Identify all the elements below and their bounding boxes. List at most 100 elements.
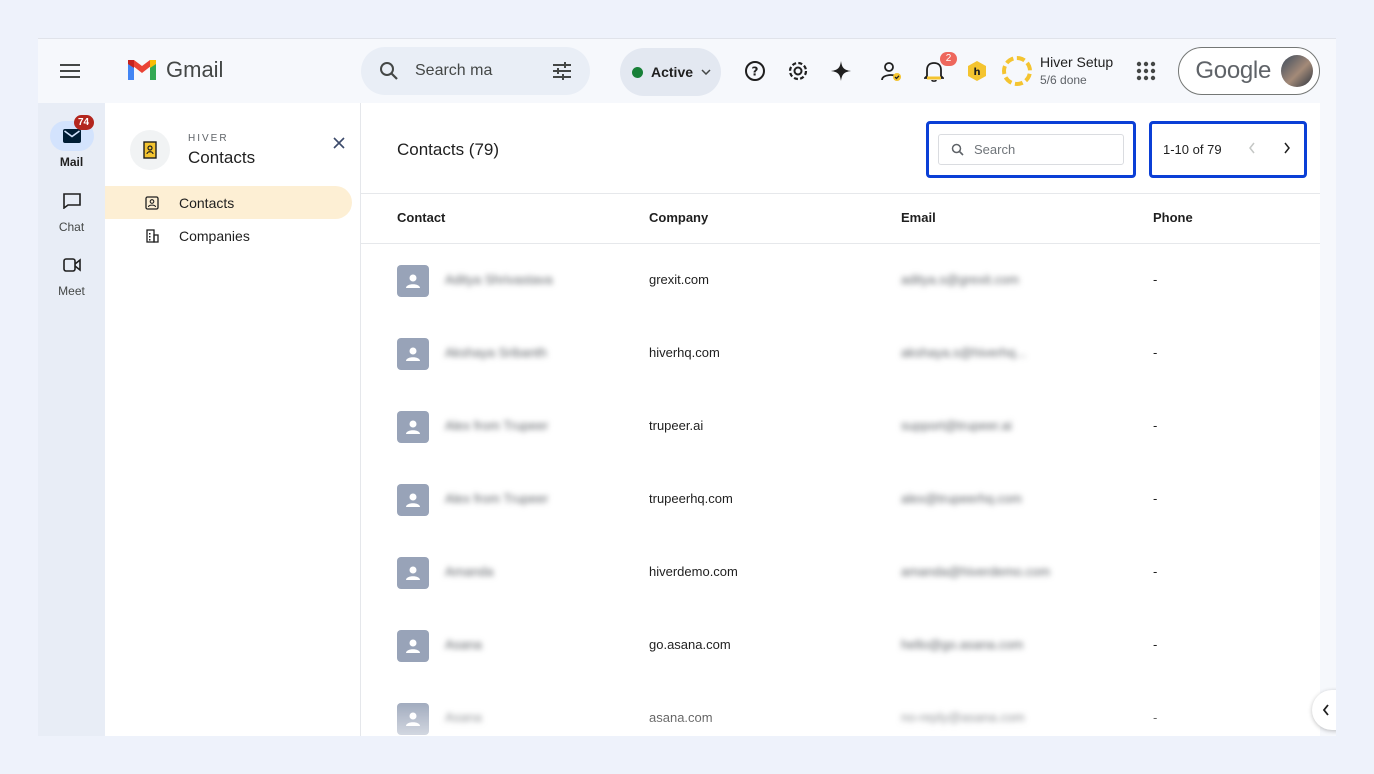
table-row[interactable]: Asana asana.com no-reply@asana.com - bbox=[361, 682, 1320, 736]
search-icon[interactable] bbox=[377, 59, 401, 83]
table-row[interactable]: Akshaya Sribanth hiverhq.com akshaya.s@h… bbox=[361, 317, 1320, 390]
person-icon bbox=[406, 566, 420, 580]
help-button[interactable]: ? bbox=[743, 59, 767, 83]
chevron-left-icon bbox=[1322, 704, 1329, 716]
contact-phone: - bbox=[1153, 418, 1158, 433]
nav-item-contacts[interactable]: Contacts bbox=[105, 186, 352, 219]
table-row[interactable]: Aditya Shrivastava grexit.com aditya.s@g… bbox=[361, 244, 1320, 317]
contact-email: support@trupeer.ai bbox=[901, 418, 1012, 433]
nav-item-companies[interactable]: Companies bbox=[105, 219, 352, 252]
mail-search-bar[interactable]: Search ma bbox=[361, 47, 590, 95]
next-page-button[interactable] bbox=[1283, 141, 1291, 159]
contacts-search-highlight: Search bbox=[926, 121, 1136, 178]
gemini-button[interactable] bbox=[829, 59, 853, 83]
previous-page-button[interactable] bbox=[1248, 141, 1256, 159]
chevron-left-icon bbox=[1249, 142, 1255, 154]
help-icon: ? bbox=[745, 61, 765, 81]
chevron-down-icon bbox=[701, 69, 711, 75]
contacts-search-input[interactable]: Search bbox=[938, 134, 1124, 165]
column-header-company[interactable]: Company bbox=[649, 210, 708, 225]
account-button[interactable]: Google bbox=[1178, 47, 1320, 95]
mail-icon bbox=[62, 129, 81, 143]
contact-company: hiverdemo.com bbox=[649, 564, 738, 579]
search-input[interactable]: Search ma bbox=[415, 62, 550, 80]
contact-email: akshaya.s@hiverhq... bbox=[901, 345, 1027, 360]
contact-avatar bbox=[397, 557, 429, 589]
nav-label-contacts: Contacts bbox=[179, 194, 235, 211]
contact-company: asana.com bbox=[649, 710, 713, 725]
contact-avatar bbox=[397, 338, 429, 370]
contact-name: Aditya Shrivastava bbox=[445, 272, 553, 287]
pagination-range: 1-10 of 79 bbox=[1163, 142, 1222, 157]
column-header-email[interactable]: Email bbox=[901, 210, 936, 225]
app-name: Gmail bbox=[166, 57, 224, 82]
main-menu-button[interactable] bbox=[54, 55, 86, 87]
contact-avatar bbox=[397, 411, 429, 443]
mail-pill: 74 bbox=[49, 115, 94, 151]
status-label: Active bbox=[651, 64, 694, 80]
contact-company: go.asana.com bbox=[649, 637, 731, 652]
contact-phone: - bbox=[1153, 564, 1158, 579]
search-options-icon[interactable] bbox=[550, 59, 574, 83]
table-row[interactable]: Amanda hiverdemo.com amanda@hiverdemo.co… bbox=[361, 536, 1320, 609]
chevron-right-icon bbox=[1284, 142, 1290, 154]
contact-phone: - bbox=[1153, 345, 1158, 360]
header-divider bbox=[361, 193, 1320, 194]
gmail-logo[interactable]: Gmail bbox=[126, 57, 223, 83]
setup-title: Hiver Setup bbox=[1040, 54, 1114, 70]
column-header-phone[interactable]: Phone bbox=[1153, 210, 1193, 225]
hiver-setup-progress[interactable]: Hiver Setup 5/6 done bbox=[1002, 53, 1113, 89]
hiver-shield-button[interactable]: h bbox=[965, 59, 989, 83]
gmail-window: Gmail Search ma Active ? 2 h Hiver Setup… bbox=[38, 38, 1336, 736]
close-panel-button[interactable] bbox=[331, 137, 347, 153]
column-header-contact[interactable]: Contact bbox=[397, 210, 445, 225]
rail-item-chat[interactable]: Chat bbox=[38, 186, 105, 234]
contact-phone: - bbox=[1153, 710, 1158, 725]
chat-pill bbox=[50, 186, 94, 216]
rail-item-meet[interactable]: Meet bbox=[38, 250, 105, 298]
svg-text:h: h bbox=[973, 67, 980, 78]
panel-title: Contacts bbox=[188, 147, 256, 167]
status-selector[interactable]: Active bbox=[620, 48, 721, 96]
contact-book-icon bbox=[143, 141, 157, 159]
user-check-icon bbox=[881, 62, 901, 81]
contact-phone: - bbox=[1153, 637, 1158, 652]
apps-grid-button[interactable] bbox=[1134, 59, 1158, 83]
contact-avatar bbox=[397, 703, 429, 735]
person-icon bbox=[406, 493, 420, 507]
page-title: Contacts (79) bbox=[397, 140, 500, 159]
video-icon bbox=[62, 258, 81, 272]
svg-text:?: ? bbox=[752, 65, 759, 79]
contact-name: Asana bbox=[445, 637, 482, 652]
contact-email: alex@trupeerhq.com bbox=[901, 491, 1022, 506]
contact-avatar bbox=[397, 265, 429, 297]
contact-company: trupeer.ai bbox=[649, 418, 704, 433]
table-row[interactable]: Alex from Trupeer trupeer.ai support@tru… bbox=[361, 390, 1320, 463]
nav-label-companies: Companies bbox=[179, 227, 250, 244]
contacts-search-placeholder: Search bbox=[974, 142, 1016, 157]
contact-phone: - bbox=[1153, 491, 1158, 506]
meet-pill bbox=[50, 250, 94, 280]
hiver-contacts-panel: HIVER Contacts Contacts Companies bbox=[105, 103, 361, 736]
rail-item-mail[interactable]: 74 Mail bbox=[38, 115, 105, 169]
person-icon bbox=[406, 639, 420, 653]
table-row[interactable]: Asana go.asana.com hello@go.asana.com - bbox=[361, 609, 1320, 682]
building-icon bbox=[146, 228, 159, 243]
contact-email: aditya.s@grexit.com bbox=[901, 272, 1019, 287]
contact-company: hiverhq.com bbox=[649, 345, 720, 360]
rail-label-meet: Meet bbox=[58, 284, 85, 298]
contact-avatar bbox=[397, 630, 429, 662]
person-icon bbox=[406, 274, 420, 288]
setup-progress-ring bbox=[1002, 56, 1032, 86]
contact-name: Alex from Trupeer bbox=[445, 491, 549, 506]
contact-name: Amanda bbox=[445, 564, 494, 579]
contact-avatar bbox=[397, 484, 429, 516]
person-icon bbox=[406, 347, 420, 361]
status-dot bbox=[632, 66, 643, 78]
notification-count-badge: 2 bbox=[940, 52, 957, 66]
table-row[interactable]: Alex from Trupeer trupeerhq.com alex@tru… bbox=[361, 463, 1320, 536]
contact-email: hello@go.asana.com bbox=[901, 637, 1024, 652]
hiver-assign-button[interactable] bbox=[879, 59, 903, 83]
settings-button[interactable] bbox=[786, 59, 810, 83]
avatar bbox=[1281, 55, 1313, 87]
